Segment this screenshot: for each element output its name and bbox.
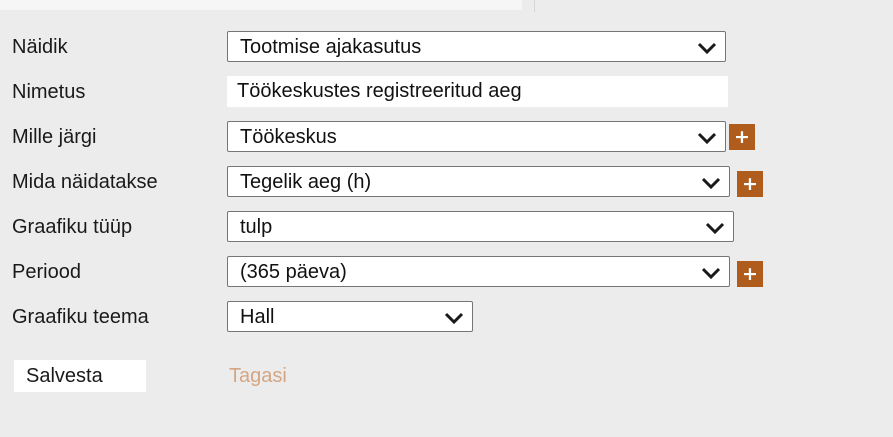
add-periood-button[interactable]: + — [737, 261, 763, 287]
field-label-naidik: Näidik — [12, 36, 68, 58]
top-bar — [0, 0, 893, 12]
graafiku-teema-select-value: Hall — [240, 306, 275, 328]
top-strip — [0, 0, 522, 10]
chevron-down-icon — [701, 267, 721, 280]
plus-icon: + — [742, 263, 758, 285]
periood-select-value: (365 päeva) — [240, 261, 347, 283]
mille-jargi-select-value: Töökeskus — [240, 126, 337, 148]
field-row-graafiku-tuup: Graafiku tüüp tulp — [0, 210, 893, 244]
graafiku-tuup-select[interactable]: tulp — [227, 211, 734, 242]
field-label-mille-jargi: Mille järgi — [12, 126, 97, 148]
periood-select[interactable]: (365 päeva) — [227, 256, 730, 287]
save-button[interactable]: Salvesta — [14, 360, 146, 392]
naidik-select-value: Tootmise ajakasutus — [240, 36, 422, 58]
chevron-down-icon — [705, 222, 725, 235]
chevron-down-icon — [697, 132, 717, 145]
add-mida-naidatakse-button[interactable]: + — [737, 171, 763, 197]
chevron-down-icon — [444, 312, 464, 325]
chevron-down-icon — [701, 177, 721, 190]
graafiku-tuup-select-value: tulp — [240, 216, 273, 238]
top-divider — [534, 0, 535, 12]
nimetus-input[interactable]: Töökeskustes registreeritud aeg — [227, 76, 728, 107]
naidik-select[interactable]: Tootmise ajakasutus — [227, 31, 726, 62]
mida-naidatakse-select[interactable]: Tegelik aeg (h) — [227, 166, 730, 197]
chevron-down-icon — [697, 42, 717, 55]
field-row-graafiku-teema: Graafiku teema Hall — [0, 300, 893, 334]
mille-jargi-select[interactable]: Töökeskus — [227, 121, 726, 152]
field-row-naidik: Näidik Tootmise ajakasutus — [0, 30, 893, 64]
plus-icon: + — [742, 173, 758, 195]
field-label-mida-naidatakse: Mida näidatakse — [12, 171, 158, 193]
field-label-graafiku-tuup: Graafiku tüüp — [12, 216, 133, 238]
save-button-label: Salvesta — [26, 365, 103, 387]
graafiku-teema-select[interactable]: Hall — [227, 301, 473, 332]
mida-naidatakse-select-value: Tegelik aeg (h) — [240, 171, 372, 193]
field-row-nimetus: Nimetus Töökeskustes registreeritud aeg — [0, 75, 893, 109]
field-label-periood: Periood — [12, 261, 81, 283]
plus-icon: + — [734, 126, 750, 148]
add-mille-jargi-button[interactable]: + — [729, 124, 755, 150]
nimetus-input-value: Töökeskustes registreeritud aeg — [237, 80, 522, 102]
field-row-mille-jargi: Mille järgi Töökeskus + — [0, 120, 893, 154]
back-link[interactable]: Tagasi — [229, 365, 287, 387]
field-row-periood: Periood (365 päeva) + — [0, 255, 893, 289]
field-row-mida-naidatakse: Mida näidatakse Tegelik aeg (h) + — [0, 165, 893, 199]
field-label-graafiku-teema: Graafiku teema — [12, 306, 149, 328]
field-label-nimetus: Nimetus — [12, 81, 86, 103]
